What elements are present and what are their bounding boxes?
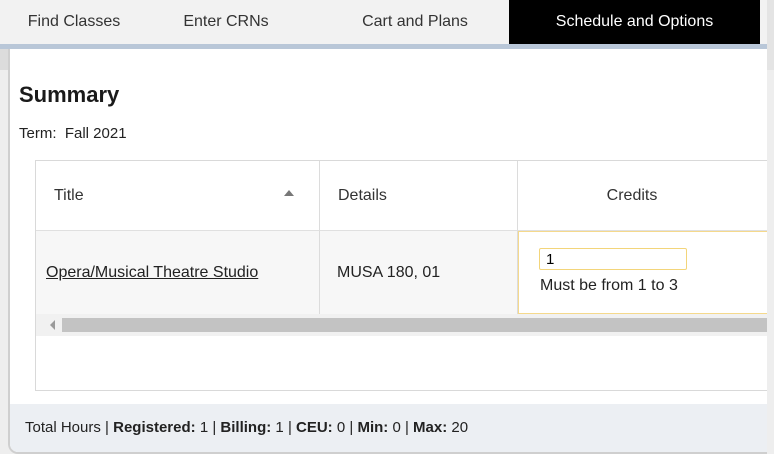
horizontal-scrollbar[interactable] [36, 314, 767, 336]
window-edge [767, 0, 774, 70]
total-hours-bar: Total Hours | Registered: 1 | Billing: 1… [10, 404, 767, 452]
registered-label: Registered: [113, 419, 196, 436]
course-title-link[interactable]: Opera/Musical Theatre Studio [46, 264, 258, 281]
schedule-table: Title Details Credits Opera/Musical Thea… [35, 160, 767, 391]
column-header-credits[interactable]: Credits [518, 161, 767, 231]
max-value: 20 [451, 419, 469, 436]
tab-schedule-and-options[interactable]: Schedule and Options [509, 0, 760, 44]
term-label: Term: [19, 125, 57, 142]
column-header-details[interactable]: Details [320, 161, 518, 231]
min-label: Min: [357, 419, 389, 436]
separator: | [404, 419, 409, 436]
billing-value: 1 [275, 419, 284, 436]
tab-enter-crns[interactable]: Enter CRNs [165, 0, 287, 44]
tab-bar: Find Classes Enter CRNs Cart and Plans S… [0, 0, 774, 49]
credits-input[interactable] [539, 248, 687, 270]
min-value: 0 [392, 419, 401, 436]
separator: | [349, 419, 354, 436]
sort-ascending-icon[interactable] [284, 190, 294, 196]
course-details: MUSA 180, 01 [337, 264, 441, 281]
term-value: Fall 2021 [64, 125, 127, 142]
ceu-label: CEU: [296, 419, 333, 436]
column-header-title-label: Title [54, 187, 84, 204]
total-hours-label: Total Hours [25, 419, 101, 436]
max-label: Max: [413, 419, 448, 436]
term-line: Term: Fall 2021 [19, 125, 127, 142]
window-edge-left [0, 49, 8, 70]
registered-value: 1 [199, 419, 209, 436]
table-row-credits-cell: Must be from 1 to 3 [518, 231, 767, 314]
page-title: Summary [19, 82, 120, 107]
tab-cart-and-plans[interactable]: Cart and Plans [330, 0, 500, 44]
table-row-details-cell: MUSA 180, 01 [320, 231, 518, 314]
separator: | [105, 419, 109, 436]
scrollbar-thumb[interactable] [62, 318, 767, 332]
separator: | [212, 419, 217, 436]
scroll-left-icon[interactable] [50, 320, 55, 330]
column-header-details-label: Details [338, 187, 387, 204]
column-header-credits-label: Credits [606, 187, 658, 204]
column-header-title[interactable]: Title [36, 161, 320, 231]
billing-label: Billing: [220, 419, 272, 436]
summary-panel: Summary Term: Fall 2021 Title Details Cr… [8, 49, 767, 454]
table-row-title-cell: Opera/Musical Theatre Studio [36, 231, 320, 314]
credits-hint: Must be from 1 to 3 [540, 277, 678, 294]
separator: | [287, 419, 292, 436]
tab-find-classes[interactable]: Find Classes [0, 0, 148, 44]
ceu-value: 0 [336, 419, 346, 436]
